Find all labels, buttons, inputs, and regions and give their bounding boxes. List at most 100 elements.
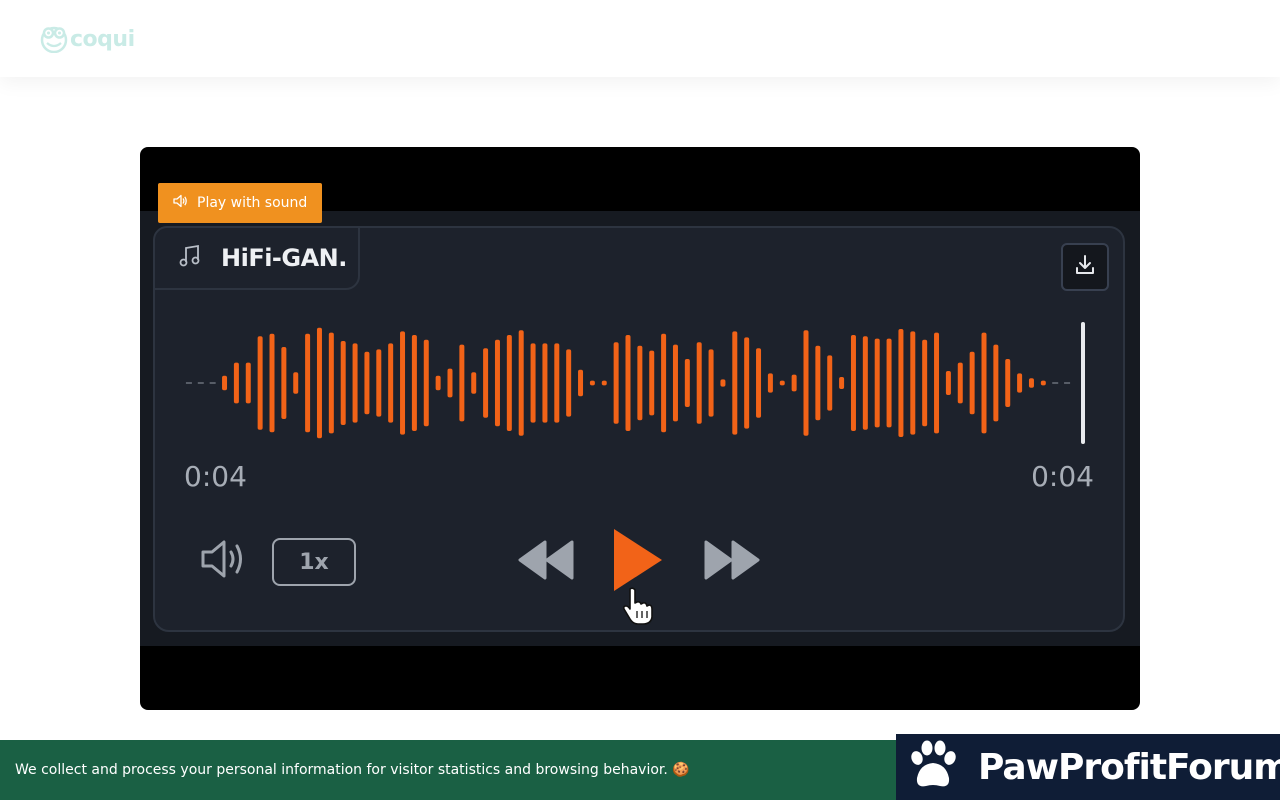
waveform-bar	[518, 330, 524, 436]
badge-text: PawProfitForum	[978, 746, 1280, 788]
waveform-bar	[1017, 373, 1023, 393]
waveform-bar	[1005, 359, 1011, 407]
waveform-bar	[803, 330, 809, 436]
playback-speed-button[interactable]: 1x	[272, 538, 356, 586]
track-title: HiFi-GAN.	[221, 244, 347, 272]
waveform-bar	[791, 374, 797, 392]
waveform-bar	[696, 342, 702, 424]
waveform-bar	[637, 345, 643, 421]
play-with-sound-label: Play with sound	[197, 195, 308, 211]
volume-button[interactable]	[197, 536, 251, 586]
waveform-bar	[850, 335, 856, 431]
logo-text: coqui	[70, 26, 135, 52]
site-header: coqui	[0, 0, 1280, 77]
duration-time: 0:04	[1031, 460, 1094, 493]
waveform-bar	[934, 332, 940, 434]
waveform-bar	[316, 327, 322, 439]
rewind-icon	[518, 540, 574, 584]
waveform-bar	[756, 348, 762, 418]
cookie-banner: We collect and process your personal inf…	[0, 740, 896, 800]
waveform-bar	[494, 339, 500, 427]
waveform-bar	[922, 339, 928, 427]
music-note-icon	[177, 243, 203, 273]
waveform-bar	[459, 344, 465, 422]
waveform-bar	[530, 343, 536, 423]
waveform-bar	[554, 343, 560, 423]
waveform-bar	[566, 349, 572, 417]
waveform-bar	[767, 373, 773, 393]
track-title-tab: HiFi-GAN.	[153, 226, 360, 290]
waveform-bar	[1028, 378, 1034, 388]
waveform[interactable]	[183, 316, 1103, 450]
download-button[interactable]	[1061, 243, 1109, 291]
waveform-bar	[815, 345, 821, 421]
waveform-bar	[328, 332, 334, 434]
waveform-bar	[981, 332, 987, 434]
waveform-bar	[1040, 380, 1046, 386]
waveform-bar	[886, 338, 892, 428]
waveform-bar	[257, 336, 263, 430]
waveform-bar	[483, 348, 489, 418]
play-with-sound-button[interactable]: Play with sound	[158, 183, 322, 223]
waveform-bar	[839, 377, 845, 389]
waveform-bar	[352, 343, 358, 423]
waveform-bar	[578, 369, 584, 397]
fast-forward-button[interactable]	[703, 540, 761, 584]
waveform-bar	[910, 331, 916, 435]
waveform-bar	[233, 362, 239, 404]
waveform-bar	[542, 343, 548, 423]
rewind-button[interactable]	[517, 540, 575, 584]
waveform-bar	[684, 359, 690, 407]
waveform-bar	[649, 350, 655, 416]
waveform-bar	[411, 335, 417, 431]
waveform-bar	[400, 331, 406, 435]
waveform-bar	[447, 368, 453, 398]
playhead[interactable]	[1081, 322, 1085, 444]
waveform-bar	[661, 333, 667, 433]
site-logo[interactable]: coqui	[40, 24, 135, 54]
pawprofitforum-badge[interactable]: PawProfitForum	[896, 734, 1280, 800]
waveform-bar	[305, 333, 311, 433]
waveform-bar	[945, 371, 951, 395]
waveform-bar	[293, 372, 299, 394]
waveform-bar	[672, 344, 678, 422]
waveform-bar	[222, 375, 228, 391]
waveform-bar	[744, 337, 750, 429]
waveform-bar	[720, 379, 726, 387]
cookie-banner-text: We collect and process your personal inf…	[15, 762, 690, 778]
waveform-bar	[732, 331, 738, 435]
waveform-bar	[874, 338, 880, 428]
waveform-bar	[969, 351, 975, 415]
video-player[interactable]: Play with sound HiFi-GAN. 0:04 0:04 1x	[140, 147, 1140, 710]
waveform-bar	[589, 380, 595, 386]
fast-forward-icon	[704, 540, 760, 584]
waveform-bar	[625, 335, 631, 431]
waveform-bar	[993, 344, 999, 422]
current-time: 0:04	[184, 460, 247, 493]
waveform-bar	[269, 333, 275, 433]
waveform-bar	[601, 380, 607, 386]
waveform-bar	[388, 343, 394, 423]
waveform-bar	[435, 375, 441, 391]
speaker-icon	[172, 193, 188, 213]
waveform-bar	[862, 336, 868, 430]
hand-cursor-icon	[621, 586, 655, 630]
waveform-bar	[364, 351, 370, 415]
waveform-bar	[376, 349, 382, 417]
waveform-bar	[613, 342, 619, 424]
audio-player-card: HiFi-GAN. 0:04 0:04 1x	[153, 226, 1125, 632]
waveform-bar	[245, 362, 251, 404]
waveform-bar	[423, 339, 429, 427]
waveform-bar	[779, 380, 785, 386]
waveform-bar	[898, 329, 904, 437]
waveform-bar	[471, 372, 477, 394]
waveform-bar	[957, 362, 963, 404]
download-icon	[1073, 253, 1097, 281]
waveform-bar	[340, 341, 346, 425]
video-frame: HiFi-GAN. 0:04 0:04 1x	[140, 211, 1140, 646]
paw-icon	[906, 738, 960, 796]
waveform-bar	[281, 347, 287, 419]
waveform-bar	[708, 349, 714, 417]
volume-icon	[198, 537, 250, 585]
waveform-bar	[506, 335, 512, 431]
